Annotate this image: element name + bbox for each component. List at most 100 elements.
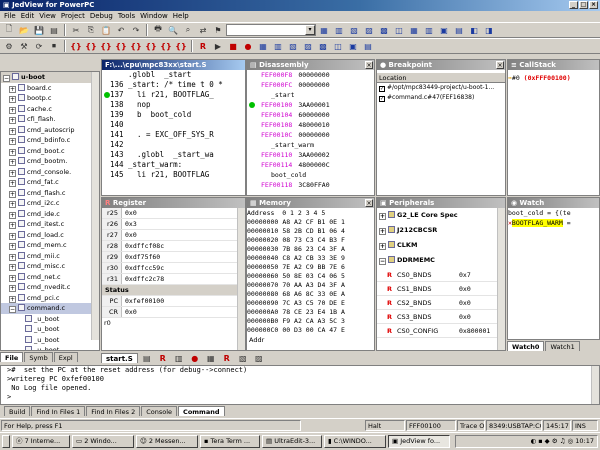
console-scrollbar[interactable]: [591, 366, 599, 404]
cut-icon[interactable]: ✂: [69, 24, 83, 37]
expand-icon[interactable]: +: [9, 274, 16, 282]
window-12-icon[interactable]: ◨: [482, 24, 496, 37]
reset-icon[interactable]: R: [196, 40, 210, 53]
expand-icon[interactable]: +: [9, 138, 16, 145]
expand-icon[interactable]: +: [9, 127, 16, 135]
window-1-icon[interactable]: ▦: [317, 24, 331, 37]
view-1-icon[interactable]: ▦: [256, 40, 270, 53]
step-out-icon[interactable]: {}: [99, 40, 113, 53]
menu-project[interactable]: Project: [61, 12, 85, 21]
window-8-icon[interactable]: ▥: [422, 24, 436, 37]
tree-file-item[interactable]: + cmd_mem.c: [1, 240, 99, 251]
menu-view[interactable]: View: [39, 12, 56, 21]
tab-start-s[interactable]: start.S: [101, 353, 138, 363]
paste-icon[interactable]: 📋: [99, 24, 113, 37]
replace-icon[interactable]: ⇄: [196, 24, 210, 37]
callstack-entry[interactable]: ➡#0 (0xFFF00100): [508, 73, 599, 83]
view-8-icon[interactable]: ▤: [361, 40, 375, 53]
doc-tool-5-icon[interactable]: R: [220, 352, 234, 365]
peripheral-register-row[interactable]: R CS0_CONFIG 0x800001: [377, 324, 505, 338]
find-in-files-icon[interactable]: ⌕: [181, 24, 195, 37]
step-over-icon[interactable]: {}: [84, 40, 98, 53]
tree-file-item[interactable]: + cmd_boot.c: [1, 146, 99, 157]
window-7-icon[interactable]: ▦: [407, 24, 421, 37]
window-3-icon[interactable]: ▧: [347, 24, 361, 37]
tree-file-item[interactable]: + cmd_pci.c: [1, 293, 99, 304]
menu-edit[interactable]: Edit: [21, 12, 35, 21]
window-11-icon[interactable]: ◧: [467, 24, 481, 37]
breakpoint-item[interactable]: ✓ #/opt/mpc83449-project/u-boot-1...: [377, 83, 505, 93]
expand-icon[interactable]: −: [379, 258, 386, 265]
view-6-icon[interactable]: ◫: [331, 40, 345, 53]
doc-tool-reset-icon[interactable]: R: [156, 352, 170, 365]
register-row[interactable]: r29 0xdf75f60: [102, 252, 245, 263]
doc-tool-6-icon[interactable]: ▧: [236, 352, 250, 365]
peripheral-register-row[interactable]: R CS1_BNDS 0x0: [377, 282, 505, 296]
tree-file-item[interactable]: − command.c: [1, 303, 99, 314]
find-icon[interactable]: 🔍: [166, 24, 180, 37]
expand-icon[interactable]: +: [9, 211, 16, 219]
tab-command[interactable]: Command: [178, 406, 225, 416]
expand-icon[interactable]: +: [379, 243, 386, 250]
expand-icon[interactable]: +: [9, 190, 16, 198]
expand-icon[interactable]: +: [9, 169, 16, 177]
build-icon[interactable]: ⚒: [17, 40, 31, 53]
breakpoint-checkbox[interactable]: ✓: [379, 96, 385, 102]
expand-icon[interactable]: +: [9, 264, 16, 271]
disassembly-code[interactable]: FEF000F8 00000000 FEF000FC 00000000 _start FE…: [247, 70, 374, 190]
tree-root[interactable]: − u-boot: [1, 72, 99, 83]
tree-file-item[interactable]: + bootp.c: [1, 93, 99, 104]
step-asm-icon[interactable]: {}: [129, 40, 143, 53]
step-asm-over-icon[interactable]: {}: [144, 40, 158, 53]
task-jedview[interactable]: ▣ JedView fo...: [388, 435, 450, 448]
tree-file-item[interactable]: + cmd_mii.c: [1, 251, 99, 262]
doc-tool-7-icon[interactable]: ▨: [252, 352, 266, 365]
task-internet[interactable]: ⓔ 7 Interne...: [12, 435, 70, 448]
doc-tool-4-icon[interactable]: ▦: [204, 352, 218, 365]
save-all-icon[interactable]: ▤: [47, 24, 61, 37]
tree-file-item[interactable]: + cmd_misc.c: [1, 261, 99, 272]
copy-icon[interactable]: ⎘: [84, 24, 98, 37]
step-into-icon[interactable]: {}: [69, 40, 83, 53]
run-to-cursor-icon[interactable]: {}: [114, 40, 128, 53]
peripheral-group[interactable]: − DDRMEMC: [377, 253, 505, 268]
peripheral-register-row[interactable]: R CS0_BNDS 0x7: [377, 268, 505, 282]
expand-icon[interactable]: +: [9, 159, 16, 166]
register-status-row[interactable]: CR 0x0: [102, 307, 245, 318]
task-teraterm[interactable]: ▪ Tera Term ...: [200, 435, 260, 448]
memory-close-icon[interactable]: ×: [365, 199, 373, 207]
close-button[interactable]: ×: [589, 1, 598, 9]
expand-icon[interactable]: +: [9, 253, 16, 261]
view-2-icon[interactable]: ▥: [271, 40, 285, 53]
tree-file-item[interactable]: + cmd_console.: [1, 167, 99, 178]
breakpoint-item[interactable]: ✓ #command.c#47(FEF16838): [377, 93, 505, 103]
expand-icon[interactable]: +: [9, 295, 16, 303]
peripherals-scrollbar[interactable]: [497, 208, 505, 350]
tree-file-item[interactable]: + cache.c: [1, 104, 99, 115]
expand-icon[interactable]: +: [9, 117, 16, 124]
menu-debug[interactable]: Debug: [90, 12, 113, 21]
watch-row-1[interactable]: ✕BOOTFLAG_WARM =: [508, 218, 599, 228]
start-button[interactable]: [2, 435, 10, 448]
menu-tools[interactable]: Tools: [118, 12, 135, 21]
tree-file-item[interactable]: + cmd_ide.c: [1, 209, 99, 220]
tree-file-item[interactable]: + cmd_i2c.c: [1, 198, 99, 209]
tree-file-item[interactable]: + cmd_bdinfo.c: [1, 135, 99, 146]
tab-console[interactable]: Console: [141, 406, 178, 416]
editor-code[interactable]: .globl _start 136 _start: /* time t 0 * 137…: [102, 70, 245, 180]
redo-icon[interactable]: ↷: [129, 24, 143, 37]
task-windows[interactable]: ▭ 2 Windo...: [72, 435, 134, 448]
tab-find-in-files-2[interactable]: Find In Files 2: [86, 406, 141, 416]
tab-watch0[interactable]: Watch0: [507, 341, 545, 351]
doc-tool-2-icon[interactable]: ▥: [172, 352, 186, 365]
expand-icon[interactable]: +: [9, 106, 16, 114]
register-status-group[interactable]: Status: [102, 285, 245, 296]
tree-file-item[interactable]: + board.c: [1, 83, 99, 94]
doc-tool-1-icon[interactable]: ▤: [140, 352, 154, 365]
register-row[interactable]: r27 0x0: [102, 230, 245, 241]
tab-watch1[interactable]: Watch1: [545, 341, 580, 351]
watch-row-0[interactable]: boot_cold = {(te: [508, 208, 599, 218]
console-pane[interactable]: ># set the PC at the reset address (for …: [0, 365, 600, 405]
peripheral-register-row[interactable]: R CS3_BNDS 0x0: [377, 310, 505, 324]
register-row[interactable]: r25 0x0: [102, 208, 245, 219]
